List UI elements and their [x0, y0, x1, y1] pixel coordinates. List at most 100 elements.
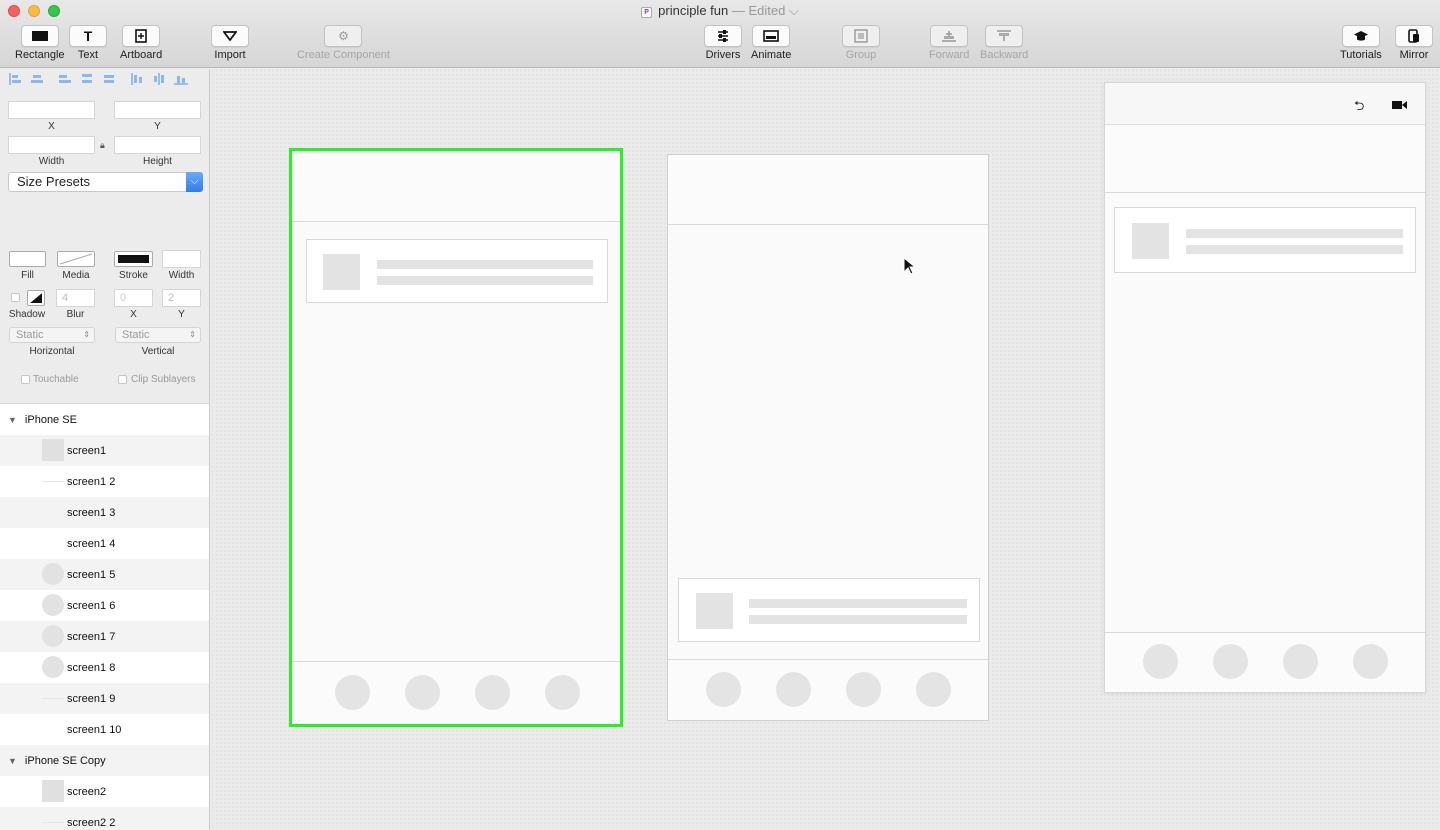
media-swatch[interactable] — [57, 251, 95, 267]
drivers-label: Drivers — [705, 49, 741, 61]
content-card[interactable] — [306, 239, 608, 303]
card-image-placeholder — [1132, 223, 1169, 259]
layer-thumbnail — [42, 698, 64, 699]
tab-button[interactable] — [475, 675, 510, 710]
blur-label: Blur — [66, 309, 85, 320]
header-bar[interactable] — [668, 155, 988, 225]
stroke-width-field[interactable] — [162, 250, 201, 268]
stroke-swatch[interactable] — [114, 251, 153, 267]
align-top-icon[interactable] — [80, 73, 94, 85]
shadow-color-swatch[interactable] — [27, 290, 45, 306]
preview-content-card[interactable] — [1114, 207, 1416, 273]
shadow-checkbox[interactable] — [11, 293, 20, 302]
layer-group-iphone-se[interactable]: ▼ iPhone SE — [0, 404, 209, 435]
layer-row[interactable]: screen2 — [0, 776, 209, 807]
tab-button[interactable] — [1353, 644, 1388, 679]
shadow-label: Shadow — [8, 309, 46, 320]
card-text-line — [377, 260, 593, 269]
artboard-tool-label: Artboard — [120, 49, 163, 61]
backward-button[interactable]: Backward — [980, 25, 1028, 61]
undo-icon[interactable]: ⮌ — [1354, 97, 1364, 119]
lock-icon[interactable]: 🔒︎ — [100, 140, 105, 151]
document-status: — Edited — [731, 3, 786, 18]
tab-button[interactable] — [776, 672, 811, 707]
tab-button[interactable] — [916, 672, 951, 707]
tab-button[interactable] — [846, 672, 881, 707]
vertical-scroll-value: Static — [122, 329, 150, 341]
tab-button[interactable] — [545, 675, 580, 710]
forward-button[interactable]: Forward — [929, 25, 969, 61]
shadow-x-field[interactable]: 0 — [114, 289, 153, 307]
tab-button[interactable] — [1213, 644, 1248, 679]
tab-button[interactable] — [335, 675, 370, 710]
shadow-y-field[interactable]: 2 — [162, 289, 201, 307]
card-text-line — [749, 615, 967, 624]
x-field[interactable] — [8, 101, 95, 119]
alignment-toolbar — [8, 73, 188, 85]
animate-label: Animate — [751, 49, 792, 61]
align-left-icon[interactable] — [8, 73, 22, 85]
blur-field[interactable]: 4 — [56, 289, 95, 307]
layer-row[interactable]: screen1 9 — [0, 683, 209, 714]
align-right-icon[interactable] — [58, 73, 72, 85]
content-card[interactable] — [678, 578, 980, 642]
layer-row[interactable]: screen1 6 — [0, 590, 209, 621]
artboard-iphone-se-copy[interactable] — [667, 154, 989, 721]
touchable-checkbox[interactable] — [21, 375, 30, 384]
distribute-vertical-icon[interactable] — [174, 73, 188, 85]
card-text-line — [377, 276, 593, 285]
horizontal-scroll-select[interactable]: Static ⇕ — [9, 327, 95, 343]
layer-row[interactable]: screen1 10 — [0, 714, 209, 745]
fill-swatch[interactable] — [9, 251, 46, 267]
align-middle-icon[interactable] — [102, 73, 116, 85]
horizontal-scroll-value: Static — [16, 329, 44, 341]
chevron-down-icon[interactable]: ⌵ — [789, 3, 799, 18]
tab-button[interactable] — [405, 675, 440, 710]
layer-row[interactable]: screen1 8 — [0, 652, 209, 683]
disclosure-triangle-icon[interactable]: ▼ — [8, 415, 17, 425]
header-bar[interactable] — [292, 151, 620, 222]
tab-button[interactable] — [706, 672, 741, 707]
layer-group-name: iPhone SE — [24, 413, 77, 426]
app-document-icon: P — [641, 7, 653, 18]
align-bottom-icon[interactable] — [130, 73, 144, 85]
tutorials-button[interactable]: Tutorials — [1340, 25, 1382, 61]
group-button[interactable]: Group — [842, 25, 880, 61]
record-video-icon[interactable] — [1392, 98, 1408, 113]
tab-button[interactable] — [1283, 644, 1318, 679]
layer-row[interactable]: screen1 2 — [0, 466, 209, 497]
width-field[interactable] — [8, 136, 95, 154]
layer-row[interactable]: screen1 — [0, 435, 209, 466]
tab-button[interactable] — [1143, 644, 1178, 679]
preview-toolbar: ⮌ — [1105, 83, 1425, 125]
y-field[interactable] — [114, 101, 201, 119]
layer-row[interactable]: screen1 4 — [0, 528, 209, 559]
rectangle-tool[interactable]: Rectangle — [15, 25, 65, 61]
align-center-horizontal-icon[interactable] — [30, 73, 44, 85]
artboard-icon — [135, 29, 147, 43]
layer-thumbnail — [42, 594, 64, 616]
layer-group-iphone-se-copy[interactable]: ▼ iPhone SE Copy — [0, 745, 209, 776]
artboard-tool[interactable]: Artboard — [120, 25, 162, 61]
layer-row[interactable]: screen1 5 — [0, 559, 209, 590]
artboard-iphone-se[interactable] — [289, 148, 623, 727]
clip-sublayers-checkbox[interactable] — [118, 375, 127, 384]
import-button[interactable]: Import — [211, 25, 249, 61]
layer-name: screen1 3 — [67, 506, 116, 519]
layer-row[interactable]: screen1 3 — [0, 497, 209, 528]
disclosure-triangle-icon[interactable]: ▼ — [8, 756, 17, 766]
design-canvas[interactable]: ⮌ — [211, 69, 1440, 830]
distribute-horizontal-icon[interactable] — [152, 73, 166, 85]
layer-row[interactable]: screen1 7 — [0, 621, 209, 652]
text-tool[interactable]: T Text — [69, 25, 107, 61]
animate-button[interactable]: Animate — [751, 25, 791, 61]
drivers-button[interactable]: Drivers — [704, 25, 742, 61]
mirror-button[interactable]: Mirror — [1395, 25, 1433, 61]
vertical-scroll-select[interactable]: Static ⇕ — [115, 327, 201, 343]
create-component-button[interactable]: ⚙ Create Component — [297, 25, 390, 61]
size-presets-select[interactable]: Size Presets ⌵ — [8, 172, 203, 192]
card-text-line — [749, 599, 967, 608]
preview-header-bar — [1105, 126, 1425, 193]
height-field[interactable] — [114, 136, 201, 154]
layer-row[interactable]: screen2 2 — [0, 807, 209, 830]
